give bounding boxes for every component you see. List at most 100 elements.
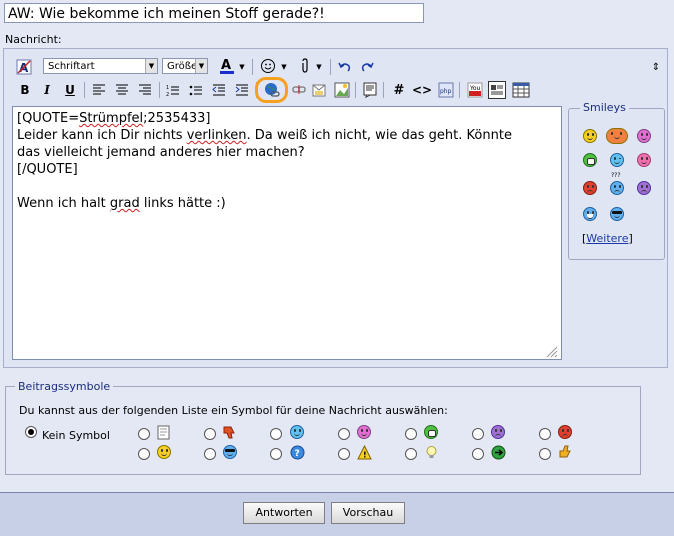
youtube-icon[interactable]: You [466, 81, 484, 99]
text-block-icon[interactable] [488, 81, 506, 99]
toolbar-divider [330, 59, 331, 75]
smiley-angry-icon [558, 425, 572, 439]
post-icon-radio[interactable] [270, 448, 282, 460]
quote-icon[interactable] [361, 81, 379, 99]
collapse-toolbar-icon[interactable]: ⇕ [650, 58, 662, 76]
message-label: Nachricht: [5, 33, 62, 46]
editor-line: [/QUOTE] [17, 162, 78, 177]
submit-reply-button[interactable]: Antworten [243, 502, 325, 524]
svg-text:!: ! [363, 451, 367, 460]
post-icon-radio[interactable] [204, 448, 216, 460]
smiley-sad-icon [491, 425, 505, 439]
resize-handle-icon[interactable] [544, 344, 558, 358]
chevron-down-icon[interactable]: ▼ [279, 58, 289, 76]
toolbar-divider [459, 82, 460, 98]
post-icon-radio[interactable] [405, 448, 417, 460]
align-right-icon[interactable] [136, 81, 154, 99]
toolbar-divider [159, 82, 160, 98]
post-icon-radio[interactable] [539, 428, 551, 440]
ordered-list-icon[interactable]: 12 [164, 81, 182, 99]
chevron-down-icon: ▼ [195, 59, 207, 73]
code-button[interactable]: <> [412, 81, 432, 99]
post-icon-radio[interactable] [204, 428, 216, 440]
smiley-wink-icon [290, 425, 304, 439]
toolbar-divider [383, 82, 384, 98]
editor-line: [QUOTE=Strümpfel;2535433] [17, 111, 211, 126]
smiley-happy-icon[interactable] [583, 207, 597, 221]
smiley-wink-icon[interactable] [610, 153, 624, 167]
undo-icon[interactable] [336, 58, 354, 76]
outdent-icon[interactable] [210, 81, 228, 99]
post-icon-radio[interactable] [405, 428, 417, 440]
thumbs-up-icon [558, 444, 573, 459]
remove-link-icon[interactable] [290, 81, 308, 99]
post-icon-radio[interactable] [270, 428, 282, 440]
post-icon-radio[interactable] [472, 448, 484, 460]
post-icon-radio[interactable] [472, 428, 484, 440]
smiley-confused-icon[interactable] [610, 181, 624, 195]
chevron-down-icon[interactable]: ▼ [314, 58, 324, 76]
message-textarea[interactable]: [QUOTE=Strümpfel;2535433] Leider kann ic… [12, 106, 562, 360]
smiley-sad-icon[interactable] [637, 181, 651, 195]
unordered-list-icon[interactable] [187, 81, 205, 99]
no-icon-label: Kein Symbol [42, 429, 110, 442]
post-icon-radio[interactable] [539, 448, 551, 460]
editor-line: Leider kann ich Dir nichts verlinken. Da… [17, 128, 512, 143]
smiley-smile-icon[interactable] [583, 129, 597, 143]
smiley-grin-icon [424, 425, 438, 439]
smiley-grin-icon[interactable] [583, 153, 597, 167]
underline-button[interactable]: U [61, 81, 79, 99]
smiley-group-icon[interactable] [606, 128, 628, 144]
preview-button[interactable]: Vorschau [331, 502, 405, 524]
font-select[interactable]: Schriftart ▼ [43, 58, 158, 74]
toolbar-divider [355, 82, 356, 98]
arrow-right-icon [491, 445, 506, 460]
chevron-down-icon[interactable]: ▼ [237, 58, 247, 76]
align-left-icon[interactable] [90, 81, 108, 99]
align-center-icon[interactable] [113, 81, 131, 99]
bold-button[interactable]: B [16, 81, 34, 99]
redo-icon[interactable] [358, 58, 376, 76]
smiley-cool-icon[interactable] [610, 207, 624, 221]
more-smileys-link[interactable]: Weitere [586, 232, 628, 245]
indent-icon[interactable] [233, 81, 251, 99]
more-smileys: [Weitere] [582, 232, 633, 245]
svg-text:A: A [221, 58, 231, 73]
post-icon-radio-none[interactable] [25, 426, 37, 438]
insert-link-icon[interactable] [263, 81, 281, 99]
editor-line: das vielleicht jemand anderes hier mache… [17, 145, 305, 160]
insert-email-icon[interactable] [310, 81, 328, 99]
post-icon-radio[interactable] [338, 448, 350, 460]
attachment-icon[interactable] [296, 57, 314, 75]
smiley-smile-icon [157, 445, 171, 459]
smiley-angry-icon[interactable] [583, 181, 597, 195]
post-icon-radio[interactable] [338, 428, 350, 440]
toolbar-divider [84, 82, 85, 98]
php-icon[interactable]: php [437, 81, 455, 99]
insert-image-icon[interactable] [333, 81, 351, 99]
svg-text:2: 2 [166, 92, 169, 97]
font-select-label: Schriftart [48, 61, 95, 72]
svg-text:php: php [440, 88, 452, 95]
editor-line: Wenn ich halt grad links hätte :) [17, 196, 226, 211]
svg-text:You: You [469, 85, 481, 92]
smiley-picker-icon[interactable] [259, 57, 277, 75]
size-select-label: Größe [167, 61, 198, 72]
table-icon[interactable] [512, 81, 530, 99]
post-icons-legend: Beitragssymbole [15, 380, 114, 393]
size-select[interactable]: Größe ▼ [162, 58, 208, 74]
hash-button[interactable]: # [390, 81, 408, 99]
post-icons-description: Du kannst aus der folgenden Liste ein Sy… [19, 404, 448, 417]
svg-text:1: 1 [166, 85, 169, 91]
subject-input[interactable]: AW: Wie bekomme ich meinen Stoff gerade?… [4, 3, 424, 23]
font-color-icon[interactable]: A [218, 57, 236, 75]
smiley-tongue-icon[interactable] [637, 129, 651, 143]
svg-text:?: ? [295, 449, 300, 459]
post-icon-radio[interactable] [138, 428, 150, 440]
remove-format-icon[interactable]: A [15, 58, 33, 76]
smiley-laugh-icon[interactable] [637, 153, 651, 167]
chevron-down-icon: ▼ [145, 59, 157, 73]
italic-button[interactable]: I [38, 81, 56, 99]
post-icon-radio[interactable] [138, 448, 150, 460]
confused-marks-icon: ??? [611, 172, 621, 179]
